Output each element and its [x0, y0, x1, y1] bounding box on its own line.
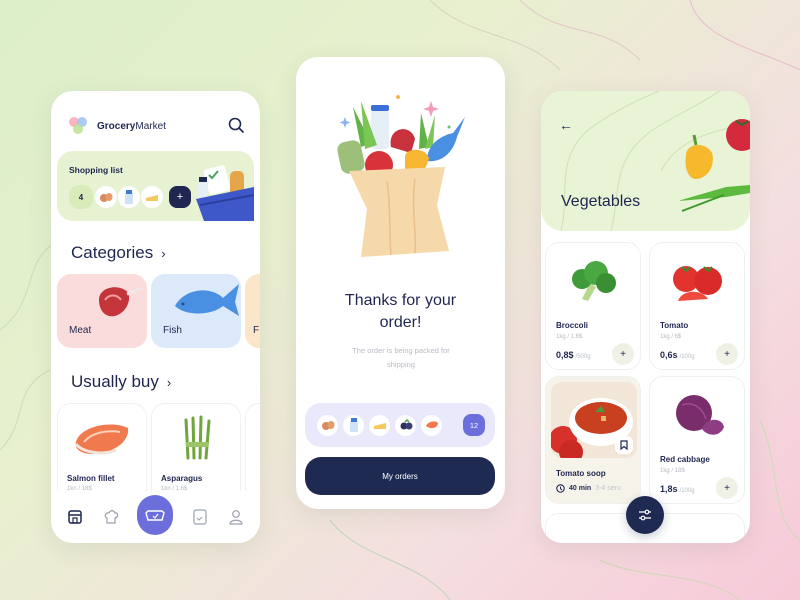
price-value: 0,8$	[556, 350, 574, 360]
product-sub: 1kg / 1.6$	[556, 334, 583, 340]
order-confirmation-screen: Thanks for your order! The order is bein…	[296, 57, 505, 509]
blueberries-icon	[395, 414, 416, 436]
category-label: F	[253, 325, 260, 336]
product-sub: 1kg / 6$	[660, 334, 682, 340]
brand-bold: Grocery	[97, 120, 136, 132]
categories-title: Categories	[71, 243, 154, 262]
order-count-badge: 12	[463, 414, 485, 436]
recipe-name: Tomato soop	[556, 469, 606, 478]
vegetables-header: ← Vegetables	[541, 91, 750, 231]
recipe-image	[551, 382, 637, 458]
my-orders-button[interactable]: My orders	[305, 457, 495, 495]
price-unit: /500g	[575, 354, 591, 360]
recipe-meta: 40 min 3-4 serv.	[556, 484, 622, 493]
product-name: Tomato	[660, 321, 689, 330]
category-meat[interactable]: Meat	[57, 274, 147, 348]
chevron-right-icon: ›	[166, 374, 172, 390]
price-unit: /100g	[679, 354, 695, 360]
milk-icon	[118, 186, 140, 208]
product-price: 0,8$/500g	[556, 350, 591, 360]
eggs-icon	[317, 414, 338, 436]
category-label: Meat	[69, 325, 92, 336]
order-subtitle-line: shipping	[387, 360, 415, 369]
home-screen: GroceryMarket Shopping list 4 + Categori…	[51, 91, 260, 543]
categories-header[interactable]: Categories ›	[71, 243, 166, 263]
asparagus-icon	[184, 415, 211, 460]
page-title: Vegetables	[561, 193, 641, 210]
category-label: Fish	[163, 325, 182, 336]
vegetables-illustration	[680, 119, 750, 212]
user-icon[interactable]	[227, 508, 245, 526]
filter-button[interactable]	[626, 496, 664, 534]
product-sub: 1kg / 18$	[660, 468, 685, 474]
category-partial[interactable]: F	[245, 274, 260, 348]
add-to-cart-button[interactable]: +	[716, 343, 738, 365]
price-value: 0,6s	[660, 350, 678, 360]
recipe-servings: 3-4 serv.	[595, 485, 622, 492]
eggs-icon	[95, 186, 117, 208]
price-unit: /100g	[679, 488, 695, 494]
bottom-nav	[51, 491, 260, 543]
shopping-list-title: Shopping list	[69, 165, 123, 175]
product-price: 1,8s/100g	[660, 484, 695, 494]
product-card-salmon[interactable]: Salmon fillet 1kn / 18$	[57, 403, 147, 503]
product-name: Asparagus	[161, 474, 203, 483]
cheese-icon	[369, 414, 390, 436]
order-title-line: Thanks for your	[344, 292, 457, 309]
meat-icon	[99, 286, 144, 317]
brand: GroceryMarket	[69, 117, 166, 135]
list-icon[interactable]	[191, 508, 209, 526]
red-cabbage-icon	[676, 395, 724, 435]
tomato-icon	[673, 266, 722, 301]
recipe-card-tomato-soup[interactable]: Tomato soop 40 min 3-4 serv.	[545, 376, 641, 504]
product-name: Red cabbage	[660, 455, 710, 464]
back-arrow-icon[interactable]: ←	[559, 117, 573, 133]
search-icon[interactable]	[228, 117, 244, 133]
bookmark-icon[interactable]	[615, 436, 633, 454]
product-card-broccoli[interactable]: Broccoli 1kg / 1.6$ 0,8$/500g +	[545, 242, 641, 370]
product-card-red-cabbage[interactable]: Red cabbage 1kg / 18$ 1,8s/100g +	[649, 376, 745, 504]
chef-hat-icon[interactable]	[102, 508, 120, 526]
order-subtitle: The order is being packed for shipping	[331, 344, 471, 372]
order-title: Thanks for your order!	[296, 290, 505, 334]
shopping-list-card[interactable]: Shopping list 4 +	[57, 151, 254, 221]
order-title-line: order!	[379, 314, 422, 331]
usually-buy-header[interactable]: Usually buy ›	[71, 372, 171, 392]
product-card-partial[interactable]	[245, 403, 260, 503]
product-card-asparagus[interactable]: Asparagus 1kn / 1.6$	[151, 403, 241, 503]
logo-icon	[69, 117, 89, 135]
milk-icon	[343, 414, 364, 436]
category-fish[interactable]: Fish	[151, 274, 241, 348]
price-value: 1,8s	[660, 484, 678, 494]
recipe-time: 40 min	[569, 485, 592, 492]
grocery-bag-illustration	[337, 95, 465, 257]
product-name: Salmon fillet	[67, 474, 115, 483]
vegetables-screen: ← Vegetables Broccoli 1kg / 1.6$ 0,8$/50…	[541, 91, 750, 543]
brand-light: Market	[135, 120, 166, 132]
salmon-icon	[74, 424, 129, 455]
basket-illustration	[196, 165, 254, 221]
store-icon[interactable]	[66, 508, 84, 526]
cart-icon[interactable]	[137, 495, 174, 535]
fish-icon	[175, 284, 239, 316]
product-price: 0,6s/100g	[660, 350, 695, 360]
broccoli-icon	[572, 261, 616, 301]
shopping-list-count: 4	[69, 185, 93, 209]
order-items-strip[interactable]: 12	[305, 403, 495, 447]
salmon-icon	[421, 414, 442, 436]
cheese-icon	[141, 186, 163, 208]
chevron-right-icon: ›	[161, 245, 166, 261]
add-to-list-button[interactable]: +	[169, 186, 191, 208]
clock-icon	[556, 484, 565, 493]
add-to-cart-button[interactable]: +	[716, 477, 738, 499]
sliders-icon	[639, 509, 651, 521]
usually-buy-title: Usually buy	[71, 372, 159, 391]
order-subtitle-line: The order is being packed for	[352, 346, 450, 355]
product-name: Broccoli	[556, 321, 589, 330]
add-to-cart-button[interactable]: +	[612, 343, 634, 365]
product-card-tomato[interactable]: Tomato 1kg / 6$ 0,6s/100g +	[649, 242, 745, 370]
